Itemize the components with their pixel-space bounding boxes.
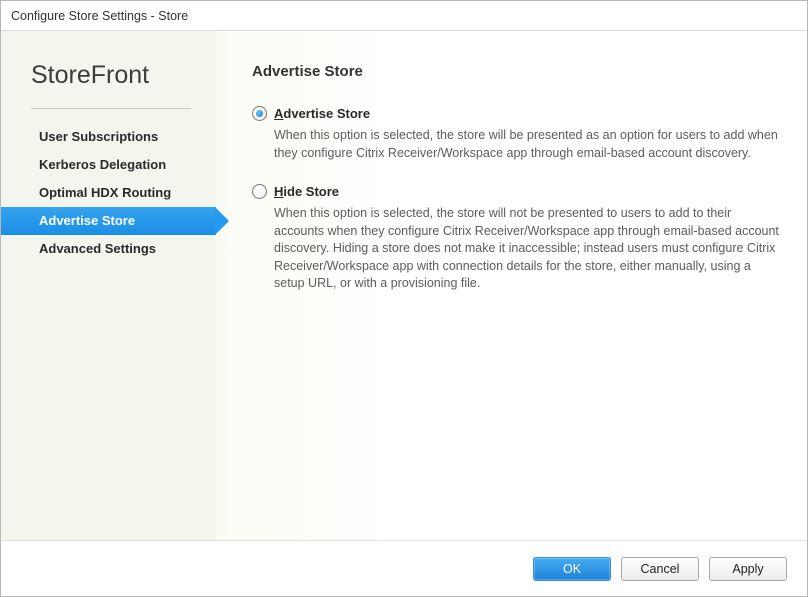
sidebar-item-advanced-settings[interactable]: Advanced Settings — [1, 235, 216, 263]
sidebar: StoreFront User Subscriptions Kerberos D… — [1, 31, 216, 540]
apply-button[interactable]: Apply — [709, 557, 787, 581]
sidebar-item-optimal-hdx-routing[interactable]: Optimal HDX Routing — [1, 179, 216, 207]
option-hide: Hide Store When this option is selected,… — [252, 184, 783, 293]
window-title: Configure Store Settings - Store — [11, 9, 188, 23]
brand-title: StoreFront — [1, 61, 216, 108]
radio-label-advertise[interactable]: Advertise Store — [274, 106, 370, 121]
content-pane: Advertise Store Advertise Store When thi… — [216, 31, 807, 540]
sidebar-item-kerberos-delegation[interactable]: Kerberos Delegation — [1, 151, 216, 179]
brand-divider — [31, 108, 191, 109]
ok-button[interactable]: OK — [533, 557, 611, 581]
radio-hide-store[interactable] — [252, 184, 267, 199]
option-desc-hide: When this option is selected, the store … — [274, 205, 783, 293]
dialog-footer: OK Cancel Apply — [1, 540, 807, 596]
radio-advertise-store[interactable] — [252, 106, 267, 121]
sidebar-item-user-subscriptions[interactable]: User Subscriptions — [1, 123, 216, 151]
sidebar-nav: User Subscriptions Kerberos Delegation O… — [1, 123, 216, 263]
option-desc-advertise: When this option is selected, the store … — [274, 127, 783, 162]
sidebar-item-advertise-store[interactable]: Advertise Store — [1, 207, 216, 235]
radio-label-hide[interactable]: Hide Store — [274, 184, 339, 199]
radio-row-advertise[interactable]: Advertise Store — [252, 106, 783, 121]
dialog-body: StoreFront User Subscriptions Kerberos D… — [1, 31, 807, 540]
page-title: Advertise Store — [252, 63, 783, 80]
titlebar: Configure Store Settings - Store — [1, 1, 807, 31]
radio-row-hide[interactable]: Hide Store — [252, 184, 783, 199]
dialog-window: Configure Store Settings - Store StoreFr… — [0, 0, 808, 597]
cancel-button[interactable]: Cancel — [621, 557, 699, 581]
option-advertise: Advertise Store When this option is sele… — [252, 106, 783, 162]
